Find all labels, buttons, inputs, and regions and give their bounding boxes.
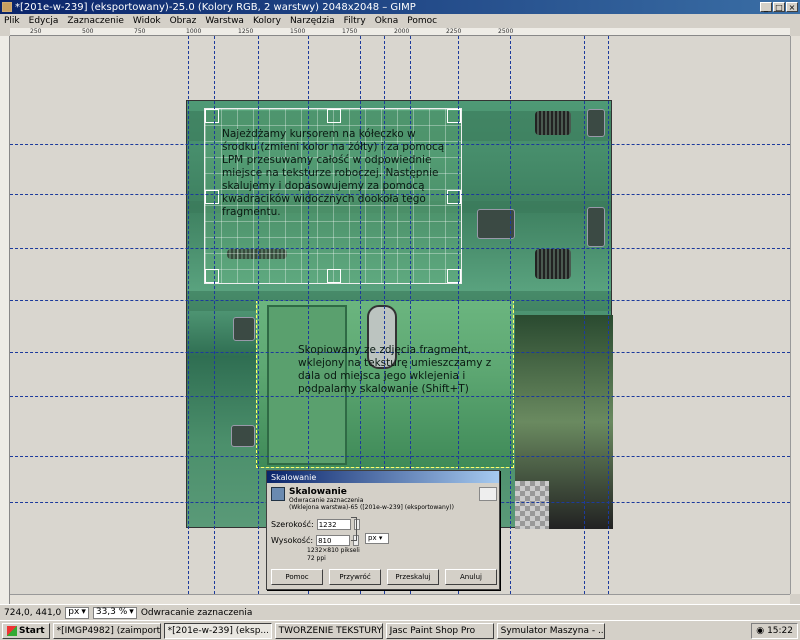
minimize-button[interactable]: _ — [760, 2, 772, 12]
gimp-icon — [2, 2, 12, 12]
dialog-title[interactable]: Skalowanie — [267, 471, 499, 483]
size-info: 1232×810 pikseli — [307, 547, 360, 554]
menu-view[interactable]: Widok — [133, 16, 161, 26]
menu-file[interactable]: Plik — [4, 16, 20, 26]
menu-bar: Plik Edycja Zaznaczenie Widok Obraz Wars… — [0, 14, 800, 28]
menu-image[interactable]: Obraz — [170, 16, 197, 26]
menu-windows[interactable]: Okna — [375, 16, 399, 26]
guide-line[interactable] — [584, 36, 585, 594]
system-tray: ◉ 15:22 — [751, 622, 798, 639]
ruler-label: 1000 — [186, 28, 202, 35]
scale-handle[interactable] — [205, 190, 219, 204]
horizontal-scrollbar[interactable] — [10, 594, 790, 604]
dialog-heading: Skalowanie — [289, 487, 347, 497]
menu-help[interactable]: Pomoc — [407, 16, 437, 26]
guide-line[interactable] — [10, 248, 790, 249]
close-button[interactable]: × — [786, 2, 798, 12]
height-label: Wysokość: — [271, 536, 314, 545]
width-input[interactable] — [316, 519, 351, 530]
ruler-label: 2000 — [394, 28, 410, 35]
status-bar: 724,0, 441,0 px ▾ 33,3 % ▾ Odwracanie za… — [0, 604, 800, 620]
task-tworzenie-tekstury[interactable]: TWORZENIE TEKSTURY ... — [274, 622, 383, 639]
ruler-label: 2250 — [446, 28, 462, 35]
layer-preview-icon — [479, 487, 497, 501]
guide-line[interactable] — [510, 36, 511, 594]
pointer-coords: 724,0, 441,0 — [4, 607, 62, 618]
title-bar[interactable]: *[201e-w-239] (eksportowany)-25.0 (Kolor… — [0, 0, 800, 14]
zoom-dropdown[interactable]: 33,3 % ▾ — [92, 606, 137, 619]
scale-handle[interactable] — [205, 269, 219, 283]
scale-button[interactable]: Przeskaluj — [387, 569, 439, 585]
guide-line[interactable] — [608, 36, 609, 594]
task-symulator-maszyna[interactable]: Symulator Maszyna - ... — [496, 622, 605, 639]
ruler-label: 1500 — [290, 28, 306, 35]
unit-dropdown[interactable]: px ▾ — [65, 606, 89, 619]
height-input[interactable] — [316, 535, 351, 546]
guide-line[interactable] — [214, 36, 215, 594]
status-message: Odwracanie zaznaczenia — [140, 607, 253, 618]
task-imgp4982[interactable]: *[IMGP4982] (zaimporto... — [52, 622, 161, 639]
clock[interactable]: 15:22 — [767, 626, 793, 636]
reset-button[interactable]: Przywróć — [329, 569, 381, 585]
scale-tool-icon — [271, 487, 285, 501]
menu-colors[interactable]: Kolory — [253, 16, 281, 26]
menu-select[interactable]: Zaznaczenie — [67, 16, 124, 26]
guide-line[interactable] — [10, 300, 790, 301]
ruler-label: 750 — [134, 28, 146, 35]
unit-select[interactable]: px ▾ — [365, 533, 389, 544]
scale-handle[interactable] — [205, 109, 219, 123]
ruler-label: 250 — [30, 28, 42, 35]
guide-line[interactable] — [10, 456, 790, 457]
horizontal-ruler[interactable]: 250 500 750 1000 1250 1500 1750 2000 225… — [10, 28, 790, 36]
width-label: Szerokość: — [271, 520, 314, 529]
taskbar: Start *[IMGP4982] (zaimporto... *[201e-w… — [0, 620, 800, 640]
window-title: *[201e-w-239] (eksportowany)-25.0 (Kolor… — [15, 1, 416, 13]
ruler-label: 1250 — [238, 28, 254, 35]
ruler-label: 2500 — [498, 28, 514, 35]
menu-edit[interactable]: Edycja — [29, 16, 59, 26]
vertical-ruler[interactable] — [0, 36, 10, 604]
ppi-info: 72 ppi — [307, 555, 326, 562]
tutorial-note-move: Najeżdżamy kursorem na kółeczko w środku… — [222, 128, 445, 218]
ruler-label: 1750 — [342, 28, 358, 35]
tray-icon[interactable]: ◉ — [756, 626, 764, 636]
scale-handle[interactable] — [327, 109, 341, 123]
task-gimp-201e[interactable]: *[201e-w-239] (eksp... — [163, 622, 272, 639]
guide-line[interactable] — [10, 396, 790, 397]
task-paint-shop-pro[interactable]: Jasc Paint Shop Pro — [385, 622, 494, 639]
help-button[interactable]: Pomoc — [271, 569, 323, 585]
scale-dialog: Skalowanie Skalowanie Odwracanie zaznacz… — [266, 470, 500, 590]
guide-line[interactable] — [188, 36, 189, 594]
windows-logo-icon — [7, 625, 17, 636]
menu-tools[interactable]: Narzędzia — [290, 16, 335, 26]
scale-handle[interactable] — [327, 269, 341, 283]
dialog-subheading: Odwracanie zaznaczenia — [289, 497, 364, 504]
guide-line[interactable] — [258, 36, 259, 594]
cancel-button[interactable]: Anuluj — [445, 569, 497, 585]
start-button[interactable]: Start — [2, 622, 50, 639]
tutorial-note-paste: Skopiowany ze zdjęcia fragment, wklejony… — [298, 344, 492, 395]
vertical-scrollbar[interactable] — [790, 36, 800, 594]
chain-link-icon[interactable] — [351, 517, 357, 541]
menu-layer[interactable]: Warstwa — [205, 16, 244, 26]
dialog-layer-name: (Wklejona warstwa)-65 ([201e-w-239] (eks… — [289, 504, 454, 511]
maximize-button[interactable]: □ — [773, 2, 785, 12]
menu-filters[interactable]: Filtry — [344, 16, 366, 26]
ruler-label: 500 — [82, 28, 94, 35]
